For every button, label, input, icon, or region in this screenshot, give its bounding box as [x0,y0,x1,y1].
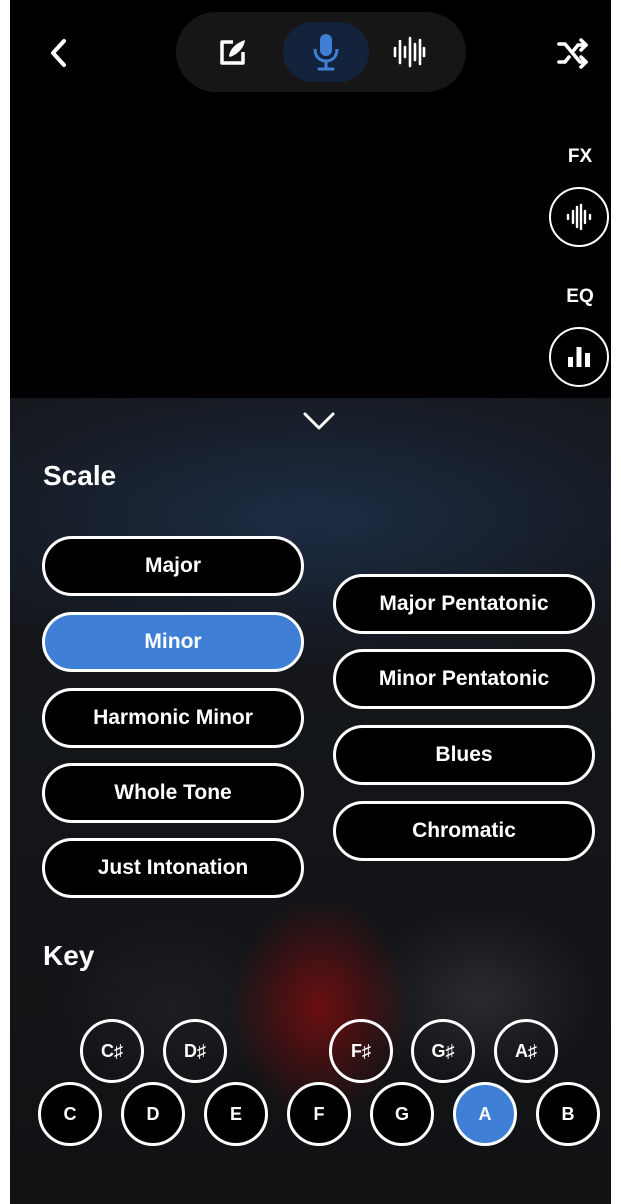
mode-tab-edit[interactable] [190,22,276,82]
fx-label: FX [567,146,593,167]
key-c-sharp[interactable]: C♯ [80,1019,144,1083]
scale-option-minor-pentatonic[interactable]: Minor Pentatonic [333,649,595,709]
scale-option-harmonic-minor[interactable]: Harmonic Minor [42,688,304,748]
scale-section-title: Scale [43,460,117,491]
microphone-icon [313,34,339,71]
chevron-left-icon [51,39,66,67]
key-f[interactable]: F [287,1082,351,1146]
eq-label: EQ [566,286,594,307]
edit-icon [220,40,245,65]
mode-tab-waveform[interactable] [366,22,452,82]
audio-wave-icon [566,203,592,231]
key-g-sharp[interactable]: G♯ [411,1019,475,1083]
scale-option-just-intonation[interactable]: Just Intonation [42,838,304,898]
key-d[interactable]: D [121,1082,185,1146]
scale-option-whole-tone[interactable]: Whole Tone [42,763,304,823]
chevron-down-icon [303,412,335,430]
collapse-panel-button[interactable] [299,408,339,434]
phone-screen: FX EQ Scale Major Minor Harmonic Minor W… [10,0,611,1204]
key-d-sharp[interactable]: D♯ [163,1019,227,1083]
key-f-sharp[interactable]: F♯ [329,1019,393,1083]
bar-chart-icon [568,347,590,367]
shuffle-button[interactable] [556,36,590,70]
key-g[interactable]: G [370,1082,434,1146]
key-b[interactable]: B [536,1082,600,1146]
key-a[interactable]: A [453,1082,517,1146]
mode-switcher [176,12,466,92]
waveform-icon [393,36,426,68]
scale-option-major-pentatonic[interactable]: Major Pentatonic [333,574,595,634]
back-button[interactable] [44,36,74,70]
mode-tab-record[interactable] [283,22,369,82]
key-c[interactable]: C [38,1082,102,1146]
eq-button[interactable] [549,327,609,387]
key-section-title: Key [43,940,95,971]
scale-option-major[interactable]: Major [42,536,304,596]
scale-option-chromatic[interactable]: Chromatic [333,801,595,861]
key-a-sharp[interactable]: A♯ [494,1019,558,1083]
scale-option-minor[interactable]: Minor [42,612,304,672]
key-e[interactable]: E [204,1082,268,1146]
fx-button[interactable] [549,187,609,247]
scale-option-blues[interactable]: Blues [333,725,595,785]
shuffle-icon [557,38,588,69]
